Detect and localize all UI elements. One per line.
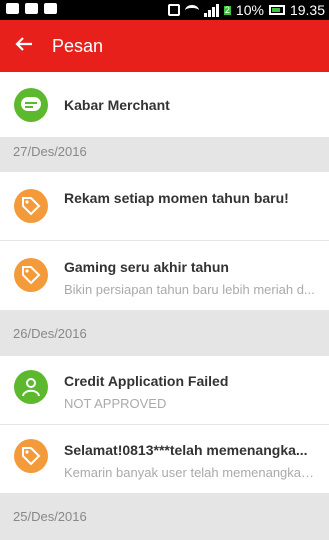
user-icon [14,370,48,404]
back-arrow-icon[interactable] [14,34,38,58]
message-title: Rekam setiap momen tahun baru! [64,190,289,206]
message-subtitle: Bikin persiapan tahun baru lebih meriah … [64,282,315,297]
vibrate-icon [167,4,180,16]
tag-icon [14,189,48,223]
battery-percentage: 10% [235,2,264,18]
page-title: Pesan [52,36,104,56]
date-header: 27/Des/2016 [0,138,329,172]
message-subtitle: NOT APPROVED [64,396,167,411]
message-subtitle: Kemarin banyak user telah memenangkan... [64,465,319,480]
message-title: Selamat!0813***telah memenangka... [64,442,308,458]
merchant-chat-icon [14,88,48,122]
message-row[interactable]: Rekam setiap momen tahun baru! [0,172,329,241]
app-bar: Pesan [0,20,329,72]
message-title: Gaming seru akhir tahun [64,259,229,275]
tag-icon [14,439,48,473]
notification-icons [6,3,57,14]
chat-icon-2 [44,3,57,14]
battery-icon [268,5,285,15]
status-bar: 2 10% 19.35 [0,0,329,20]
date-header: 26/Des/2016 [0,311,329,356]
message-title: Credit Application Failed [64,373,229,389]
wifi-icon [184,4,199,16]
signal-icon [203,3,219,17]
message-row[interactable]: Selamat!0813***telah memenangka... Kemar… [0,425,329,494]
merchant-title: Kabar Merchant [64,97,170,113]
chat-icon [25,3,38,14]
date-header: 25/Des/2016 [0,494,329,540]
clock: 19.35 [289,2,325,18]
message-row[interactable]: Credit Application Failed NOT APPROVED [0,356,329,425]
system-icons: 2 10% 19.35 [167,2,325,18]
mail-icon [6,3,19,14]
merchant-news-row[interactable]: Kabar Merchant [0,72,329,138]
message-row[interactable]: Gaming seru akhir tahun Bikin persiapan … [0,241,329,311]
sim-2-icon: 2 [223,4,231,15]
tag-icon [14,258,48,292]
